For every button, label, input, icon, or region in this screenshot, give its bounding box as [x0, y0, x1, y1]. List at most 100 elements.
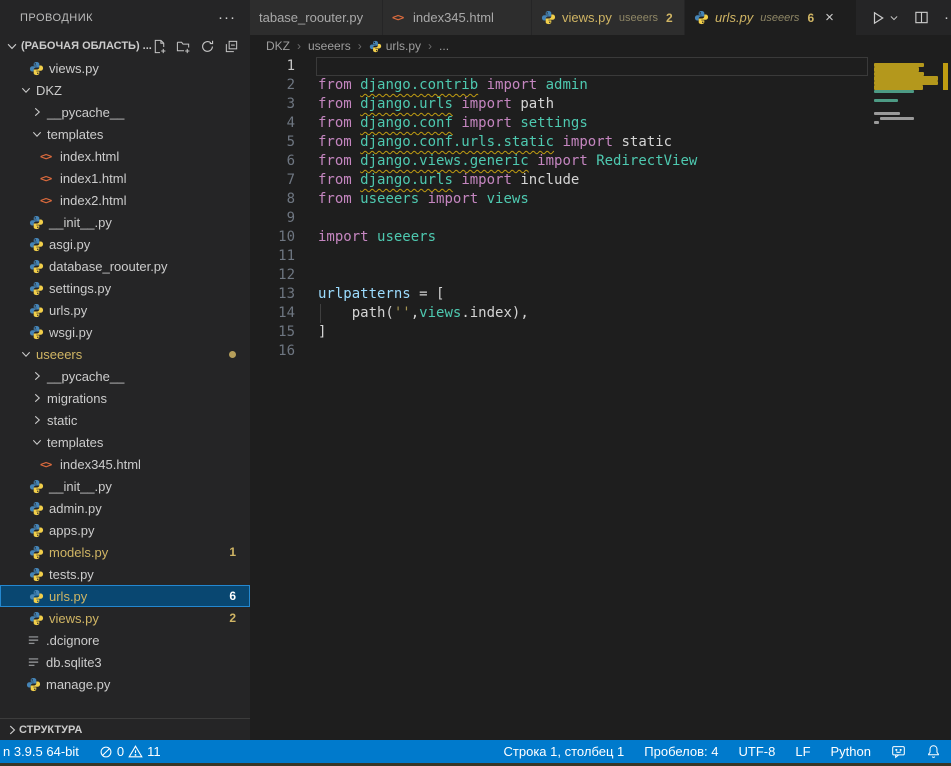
feedback-icon[interactable]	[891, 744, 906, 759]
tree-item-models.py[interactable]: models.py1	[0, 541, 250, 563]
tree-folder-templates[interactable]: templates	[0, 123, 250, 145]
tree-item-label: useeers	[36, 347, 82, 362]
minimap[interactable]	[872, 57, 940, 740]
tree-item-db.sqlite3[interactable]: db.sqlite3	[0, 651, 250, 673]
tree-item-views.py[interactable]: views.py	[0, 57, 250, 79]
code-line-11[interactable]: 11	[250, 247, 872, 266]
python-file-icon	[29, 501, 46, 516]
tree-item-label: manage.py	[46, 677, 110, 692]
close-icon[interactable]: ×	[825, 10, 834, 25]
tree-item-label: index1.html	[60, 171, 126, 186]
new-folder-button[interactable]	[176, 39, 191, 54]
more-actions-button[interactable]: ···	[944, 9, 951, 26]
tree-item-manage.py[interactable]: manage.py	[0, 673, 250, 695]
tree-item-index345.html[interactable]: <>index345.html	[0, 453, 250, 475]
explorer-sidebar: ПРОВОДНИК ··· (РАБОЧАЯ ОБЛАСТЬ) ... view…	[0, 0, 250, 740]
tab-problems-badge: 2	[666, 11, 673, 25]
breadcrumb-item-...[interactable]: ...	[439, 39, 449, 53]
code-line-1[interactable]: 1	[250, 57, 872, 76]
tree-item-label: __init__.py	[49, 215, 112, 230]
editor-actions: ···	[857, 0, 951, 35]
code-line-3[interactable]: 3from django.urls import path	[250, 95, 872, 114]
tree-item-urls.py[interactable]: urls.py6	[0, 585, 250, 607]
tree-folder-__pycache__[interactable]: __pycache__	[0, 101, 250, 123]
tree-item-urls.py[interactable]: urls.py	[0, 299, 250, 321]
tree-item-index2.html[interactable]: <>index2.html	[0, 189, 250, 211]
outline-section-header[interactable]: СТРУКТУРА	[0, 718, 250, 740]
problems-item[interactable]: 0 11	[99, 744, 161, 759]
tree-item-index1.html[interactable]: <>index1.html	[0, 167, 250, 189]
split-editor-button[interactable]	[914, 10, 929, 25]
tree-item-.dcignore[interactable]: .dcignore	[0, 629, 250, 651]
tab-views.py[interactable]: views.pyuseeers2	[532, 0, 685, 35]
line-number: 12	[250, 266, 295, 285]
minimap-line	[880, 117, 914, 120]
eol-item[interactable]: LF	[795, 744, 810, 759]
tree-item-label: index.html	[60, 149, 119, 164]
tab-index345.html[interactable]: <>index345.html	[383, 0, 532, 35]
tree-folder-__pycache__[interactable]: __pycache__	[0, 365, 250, 387]
tab-label: views.py	[562, 10, 612, 25]
editor-tab-bar: tabase_roouter.py<>index345.htmlviews.py…	[250, 0, 951, 35]
code-line-text: path('',views.index),	[318, 304, 529, 323]
notifications-bell-icon[interactable]	[926, 744, 941, 759]
tree-item-wsgi.py[interactable]: wsgi.py	[0, 321, 250, 343]
language-mode-item[interactable]: Python	[831, 744, 871, 759]
tab-tabase_roouter.py[interactable]: tabase_roouter.py	[250, 0, 383, 35]
python-file-icon	[29, 237, 46, 252]
tree-item-__init__.py[interactable]: __init__.py	[0, 475, 250, 497]
code-line-13[interactable]: 13urlpatterns = [	[250, 285, 872, 304]
python-file-icon	[694, 10, 709, 25]
code-line-9[interactable]: 9	[250, 209, 872, 228]
code-line-16[interactable]: 16	[250, 342, 872, 361]
tree-folder-static[interactable]: static	[0, 409, 250, 431]
tree-item-label: views.py	[49, 61, 99, 76]
code-line-2[interactable]: 2from django.contrib import admin	[250, 76, 872, 95]
tree-item-views.py[interactable]: views.py2	[0, 607, 250, 629]
breadcrumb-item-urls.py[interactable]: urls.py	[369, 39, 421, 53]
code-line-5[interactable]: 5from django.conf.urls.static import sta…	[250, 133, 872, 152]
tab-urls.py[interactable]: urls.pyuseeers6×	[685, 0, 857, 35]
tree-item-__init__.py[interactable]: __init__.py	[0, 211, 250, 233]
code-line-10[interactable]: 10import useeers	[250, 228, 872, 247]
tree-item-database_roouter.py[interactable]: database_roouter.py	[0, 255, 250, 277]
code-editor[interactable]: 12from django.contrib import admin3from …	[250, 57, 872, 740]
tree-item-asgi.py[interactable]: asgi.py	[0, 233, 250, 255]
tree-item-label: urls.py	[49, 589, 87, 604]
tree-item-index.html[interactable]: <> index.html	[0, 145, 250, 167]
code-line-14[interactable]: 14 path('',views.index),	[250, 304, 872, 323]
workspace-section-header[interactable]: (РАБОЧАЯ ОБЛАСТЬ) ...	[0, 35, 250, 57]
encoding-item[interactable]: UTF-8	[739, 744, 776, 759]
code-line-15[interactable]: 15]	[250, 323, 872, 342]
code-line-6[interactable]: 6from django.views.generic import Redire…	[250, 152, 872, 171]
code-line-4[interactable]: 4from django.conf import settings	[250, 114, 872, 133]
breadcrumb-item-useeers[interactable]: useeers	[308, 39, 351, 53]
line-number: 14	[250, 304, 295, 323]
tab-description: useeers	[760, 12, 799, 24]
code-line-text: from django.urls import include	[318, 171, 579, 190]
minimap-line	[874, 85, 923, 90]
code-line-7[interactable]: 7from django.urls import include	[250, 171, 872, 190]
tree-folder-migrations[interactable]: migrations	[0, 387, 250, 409]
collapse-folders-button[interactable]	[224, 39, 239, 54]
refresh-icon[interactable]	[200, 39, 215, 54]
tree-item-admin.py[interactable]: admin.py	[0, 497, 250, 519]
breadcrumb-item-DKZ[interactable]: DKZ	[266, 39, 290, 53]
tree-item-apps.py[interactable]: apps.py	[0, 519, 250, 541]
indentation-item[interactable]: Пробелов: 4	[644, 744, 718, 759]
html-file-icon: <>	[40, 150, 55, 163]
tree-folder-DKZ[interactable]: DKZ	[0, 79, 250, 101]
code-line-12[interactable]: 12	[250, 266, 872, 285]
new-file-button[interactable]	[152, 39, 167, 54]
tree-item-settings.py[interactable]: settings.py	[0, 277, 250, 299]
cursor-position-item[interactable]: Строка 1, столбец 1	[504, 744, 625, 759]
python-interpreter-item[interactable]: n 3.9.5 64-bit	[3, 744, 79, 759]
code-line-8[interactable]: 8from useeers import views	[250, 190, 872, 209]
tree-item-tests.py[interactable]: tests.py	[0, 563, 250, 585]
tree-folder-useeers[interactable]: useeers	[0, 343, 250, 365]
explorer-more-actions-button[interactable]: ···	[218, 9, 236, 26]
breadcrumb: DKZ›useeers›urls.py›...	[250, 35, 951, 57]
run-python-file-button[interactable]	[870, 10, 899, 26]
chevron-down-icon	[18, 83, 33, 97]
tree-folder-templates[interactable]: templates	[0, 431, 250, 453]
